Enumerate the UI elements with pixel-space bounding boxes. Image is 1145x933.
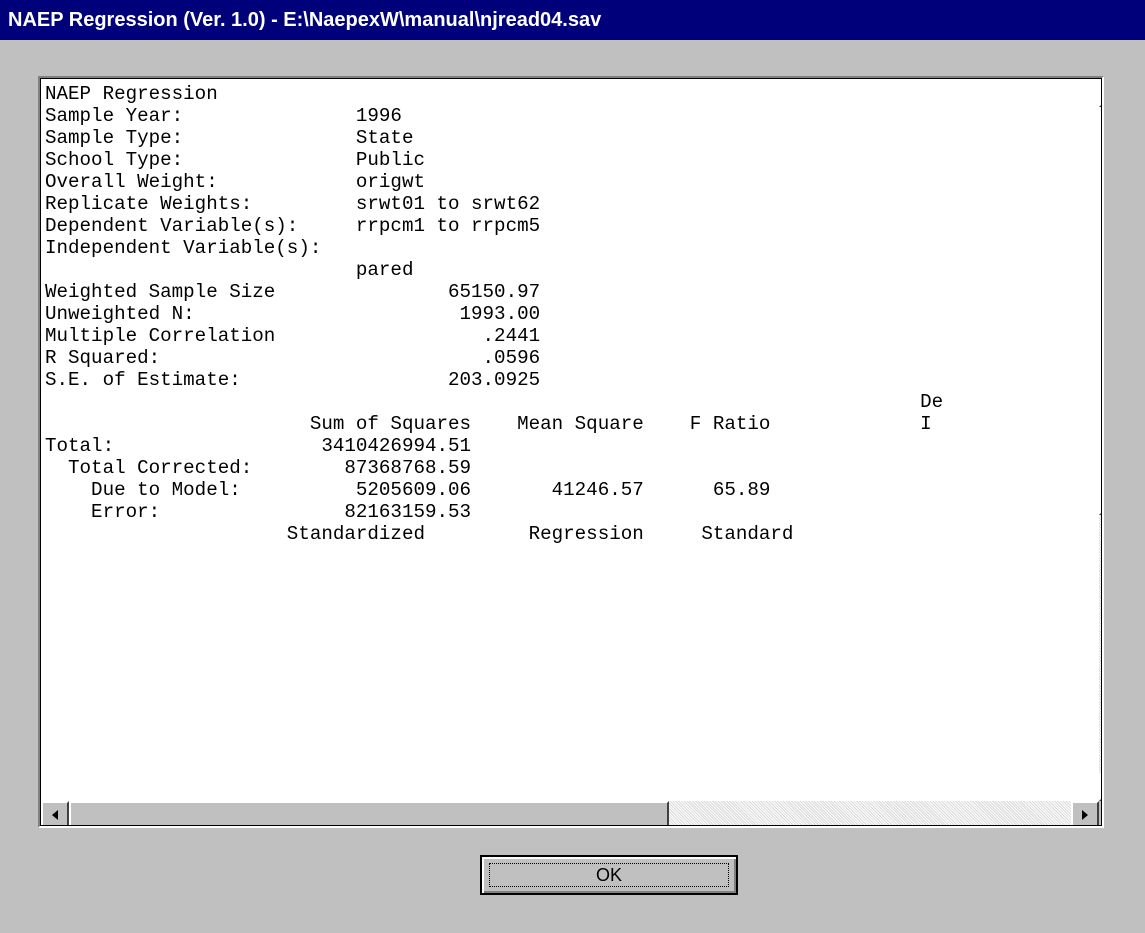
report-line: pared — [45, 259, 414, 281]
scroll-down-button[interactable] — [1099, 773, 1101, 801]
report-line: Total: 3410426994.51 — [45, 435, 472, 457]
report-line: Weighted Sample Size 65150.97 — [45, 281, 541, 303]
report-line: School Type: Public — [45, 149, 425, 171]
scroll-up-button[interactable] — [1099, 79, 1101, 107]
scroll-right-button[interactable] — [1071, 801, 1099, 825]
report-line: Multiple Correlation .2441 — [45, 325, 541, 347]
report-line: Independent Variable(s): — [45, 237, 322, 259]
report-line: Dependent Variable(s): rrpcm1 to rrpcm5 — [45, 215, 541, 237]
naep-regression-window: NAEP Regression (Ver. 1.0) - E:\NaepexW\… — [0, 0, 1145, 933]
scrollbar-corner — [1099, 801, 1101, 825]
scroll-left-button[interactable] — [41, 801, 69, 825]
report-line: Standardized Regression Standard — [45, 523, 794, 545]
report-text-area[interactable]: NAEP Regression Sample Year: 1996 Sample T… — [41, 79, 1099, 801]
report-line: NAEP Regression — [45, 83, 218, 105]
ok-button-label: OK — [595, 864, 622, 885]
report-line: De — [45, 391, 944, 413]
report-line: Sample Year: 1996 — [45, 105, 402, 127]
report-line: Error: 82163159.53 — [45, 501, 472, 523]
horizontal-scrollbar[interactable] — [41, 801, 1099, 825]
arrow-right-icon — [1082, 810, 1088, 820]
report-line: S.E. of Estimate: 203.0925 — [45, 369, 541, 391]
report-line: Due to Model: 5205609.06 41246.57 65.89 — [45, 479, 771, 501]
arrow-left-icon — [52, 810, 58, 820]
horizontal-scroll-thumb[interactable] — [69, 801, 669, 825]
report-line: R Squared: .0596 — [45, 347, 541, 369]
report-line: Sum of Squares Mean Square F Ratio I — [45, 413, 932, 435]
ok-button[interactable]: OK — [480, 855, 738, 895]
report-line: Overall Weight: origwt — [45, 171, 425, 193]
report-line: Unweighted N: 1993.00 — [45, 303, 541, 325]
report-line: Total Corrected: 87368768.59 — [45, 457, 472, 479]
vertical-scrollbar[interactable] — [1099, 79, 1101, 801]
window-title: NAEP Regression (Ver. 1.0) - E:\NaepexW\… — [0, 0, 1145, 40]
regression-report: NAEP Regression Sample Year: 1996 Sample T… — [41, 79, 1099, 545]
vertical-scroll-thumb[interactable] — [1099, 107, 1101, 515]
report-line: Sample Type: State — [45, 127, 414, 149]
report-pane: NAEP Regression Sample Year: 1996 Sample T… — [38, 76, 1104, 828]
report-line: Replicate Weights: srwt01 to srwt62 — [45, 193, 541, 215]
report-pane-inner: NAEP Regression Sample Year: 1996 Sample T… — [41, 79, 1101, 825]
